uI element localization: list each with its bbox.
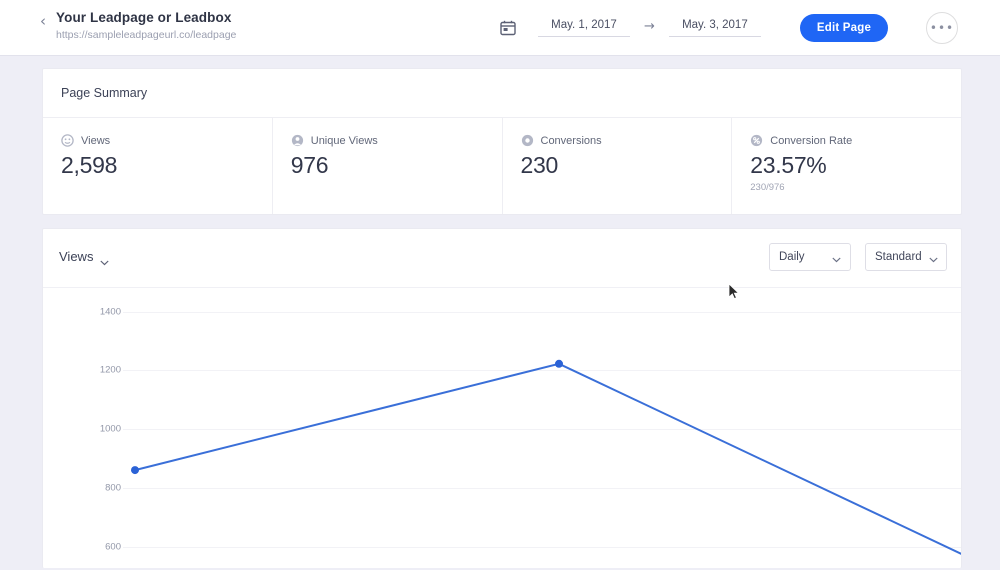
conversions-icon	[521, 134, 534, 147]
date-start-input[interactable]: May. 1, 2017	[538, 19, 630, 37]
stat-value: 230	[520, 152, 559, 178]
ellipsis-icon: •••	[929, 21, 955, 35]
stat-label-text: Conversions	[540, 134, 602, 147]
views-icon	[61, 134, 74, 147]
chevron-down-icon	[929, 254, 938, 263]
stat-label: Conversions	[521, 134, 732, 147]
views-line-chart	[131, 359, 961, 555]
more-options-button[interactable]: •••	[926, 12, 958, 44]
stat-value: 976	[290, 152, 329, 178]
data-point[interactable]	[555, 359, 563, 368]
stat-unique-views: Unique Views 976	[273, 118, 503, 214]
page-url: https://sampleleadpageurl.co/leadpage	[56, 29, 237, 41]
page-title: Your Leadpage or Leadbox	[56, 10, 232, 25]
chevron-down-icon	[832, 254, 841, 263]
data-point[interactable]	[131, 466, 139, 475]
metric-dropdown-label: Views	[59, 249, 94, 264]
stat-value: 2,598	[61, 152, 118, 178]
conversion-rate-icon	[750, 134, 763, 147]
mode-select[interactable]: Standard	[865, 243, 947, 271]
chart-options: Daily Standard	[769, 243, 947, 271]
stat-conversions: Conversions 230	[503, 118, 733, 214]
unique-views-icon	[291, 134, 304, 147]
date-end-input[interactable]: May. 3, 2017	[668, 19, 761, 37]
app-header: ‹ Your Leadpage or Leadbox https://sampl…	[0, 0, 1000, 56]
date-range-picker[interactable]: May. 1, 2017 → May. 3, 2017	[500, 12, 761, 44]
views-chart-card: Views Daily Standard 1400 1200 1000 800 …	[42, 228, 962, 568]
page-identity: Your Leadpage or Leadbox https://samplel…	[56, 10, 236, 42]
stat-sub-value: 230/976	[750, 182, 785, 193]
chevron-left-icon[interactable]: ‹	[40, 14, 52, 29]
stat-value: 23.57%	[750, 152, 827, 178]
stat-label-text: Unique Views	[310, 134, 378, 147]
page-summary-title: Page Summary	[43, 69, 961, 118]
stat-conversion-rate: Conversion Rate 23.57% 230/976	[732, 118, 961, 214]
edit-page-button[interactable]: Edit Page	[800, 14, 888, 42]
stat-label: Unique Views	[291, 134, 502, 147]
chart-line	[134, 362, 961, 555]
calendar-icon[interactable]	[500, 20, 516, 36]
interval-select-value: Daily	[779, 251, 805, 263]
page-summary-card: Page Summary Views 2,598 Unique Views 97…	[42, 68, 962, 215]
chevron-down-icon	[100, 254, 110, 265]
chart-plot-area: 1400 1200 1000 800 600	[43, 288, 961, 570]
stat-views: Views 2,598	[43, 118, 273, 214]
date-arrow-icon: →	[644, 18, 655, 34]
summary-stats-row: Views 2,598 Unique Views 976 Conversions…	[43, 118, 961, 214]
interval-select[interactable]: Daily	[769, 243, 851, 271]
stat-label: Conversion Rate	[750, 134, 961, 147]
stat-label-text: Conversion Rate	[770, 134, 853, 147]
mode-select-value: Standard	[875, 251, 922, 263]
metric-dropdown[interactable]: Views	[59, 249, 110, 265]
chart-toolbar: Views Daily Standard	[43, 229, 961, 288]
stat-label-text: Views	[81, 134, 111, 147]
stat-label: Views	[61, 134, 272, 147]
